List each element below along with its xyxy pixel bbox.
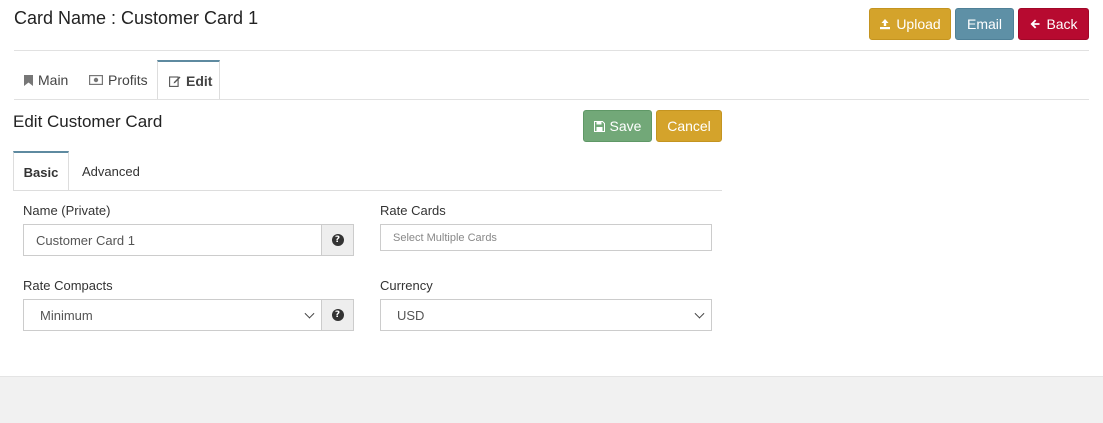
subtab-basic-label: Basic	[23, 164, 59, 180]
tab-edit-label: Edit	[186, 73, 213, 89]
rate-compacts-help-button[interactable]: ?	[321, 299, 354, 331]
footer	[0, 376, 1103, 423]
name-label: Name (Private)	[23, 203, 111, 218]
subtabs-divider	[13, 190, 722, 191]
money-icon	[89, 75, 103, 85]
rate-compacts-select[interactable]: Minimum	[23, 299, 322, 331]
cancel-button[interactable]: Cancel	[656, 110, 722, 142]
upload-label: Upload	[896, 16, 941, 32]
subtab-basic[interactable]: Basic	[13, 151, 69, 191]
header-divider	[14, 50, 1089, 51]
tab-profits[interactable]: Profits	[89, 60, 148, 100]
question-circle-icon: ?	[331, 234, 344, 246]
page-title: Card Name : Customer Card 1	[14, 8, 259, 28]
edit-icon	[169, 76, 181, 87]
rate-cards-label: Rate Cards	[380, 203, 446, 218]
currency-value: USD	[397, 307, 425, 323]
upload-icon	[880, 19, 891, 30]
save-label: Save	[609, 118, 642, 134]
question-circle-icon: ?	[331, 309, 344, 321]
currency-label: Currency	[380, 278, 433, 293]
floppy-icon	[593, 120, 605, 132]
name-value: Customer Card 1	[36, 232, 135, 248]
subtab-advanced-label: Advanced	[82, 163, 140, 179]
name-input[interactable]: Customer Card 1	[23, 224, 322, 256]
email-button[interactable]: Email	[955, 8, 1014, 40]
section-title: Edit Customer Card	[13, 112, 163, 131]
save-button[interactable]: Save	[583, 110, 652, 142]
back-label: Back	[1046, 16, 1078, 32]
tab-main[interactable]: Main	[24, 60, 68, 100]
email-label: Email	[966, 16, 1002, 32]
rate-compacts-value: Minimum	[40, 307, 93, 323]
chevron-down-icon	[694, 308, 705, 319]
tab-main-label: Main	[38, 72, 69, 88]
tab-profits-label: Profits	[108, 72, 148, 88]
currency-select[interactable]: USD	[380, 299, 712, 331]
cancel-label: Cancel	[667, 118, 711, 134]
rate-cards-placeholder: Select Multiple Cards	[393, 231, 497, 244]
arrow-left-icon	[1030, 19, 1040, 29]
subtab-advanced[interactable]: Advanced	[82, 151, 140, 191]
back-button[interactable]: Back	[1018, 8, 1089, 40]
chevron-down-icon	[304, 308, 315, 319]
rate-compacts-label: Rate Compacts	[23, 278, 113, 293]
tab-edit[interactable]: Edit	[157, 60, 220, 100]
upload-button[interactable]: Upload	[869, 8, 951, 40]
rate-cards-select[interactable]: Select Multiple Cards	[380, 224, 712, 251]
bookmark-icon	[24, 74, 33, 86]
name-help-button[interactable]: ?	[321, 224, 354, 256]
tabs-divider	[14, 99, 1089, 100]
